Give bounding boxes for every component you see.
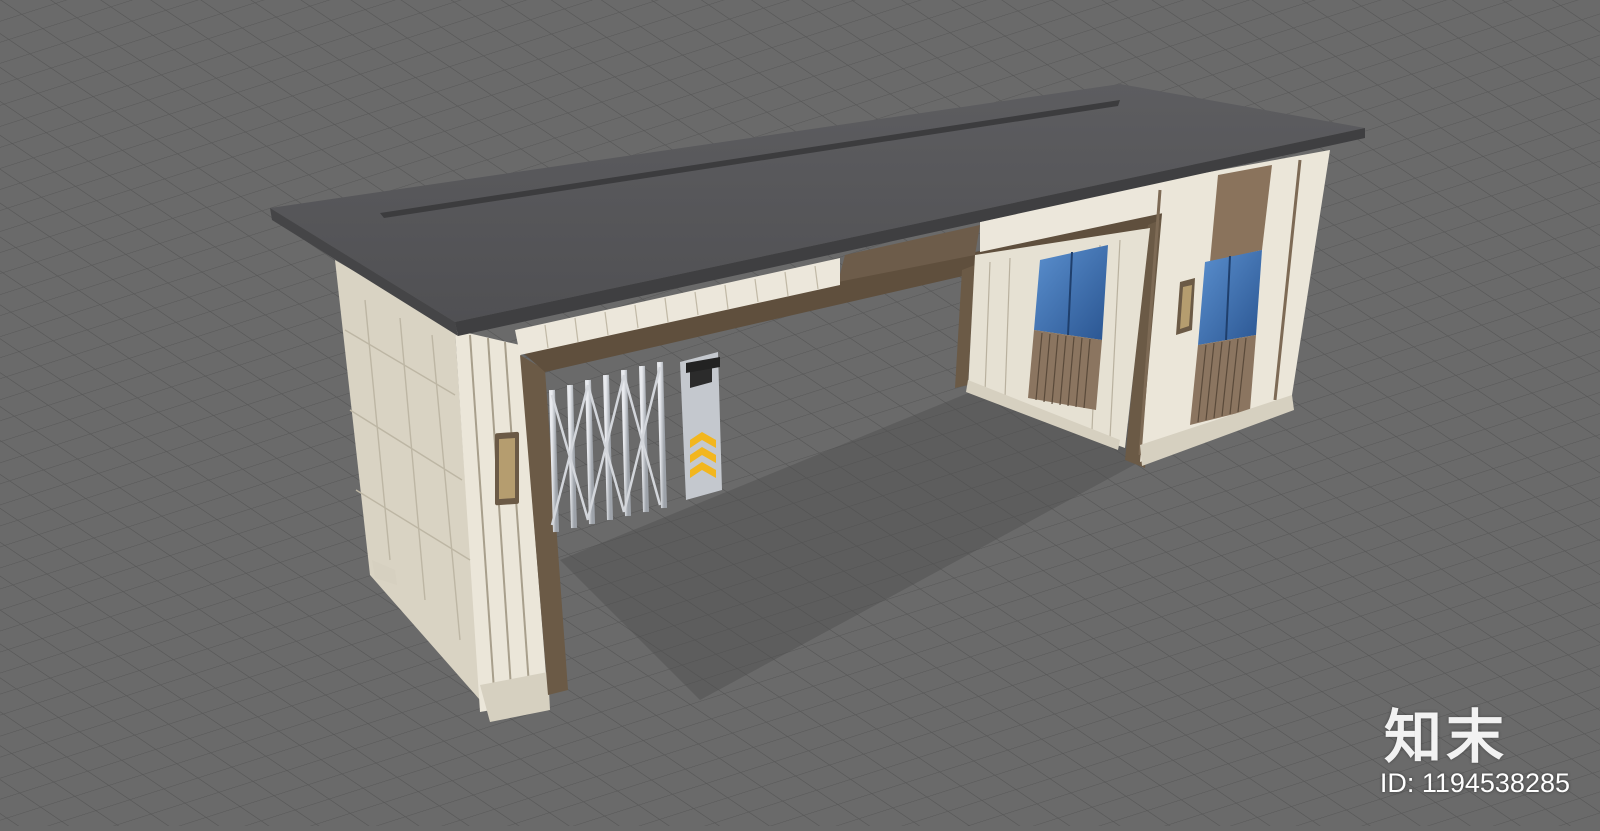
- watermark-brand-logo: 知末: [1383, 703, 1508, 771]
- render-viewport: 知末 ID: 1194538285: [0, 0, 1600, 826]
- watermark-image-id: ID: 1194538285: [1379, 768, 1570, 798]
- scene-canvas: [0, 0, 1600, 826]
- tiled-ground: [0, 0, 1600, 826]
